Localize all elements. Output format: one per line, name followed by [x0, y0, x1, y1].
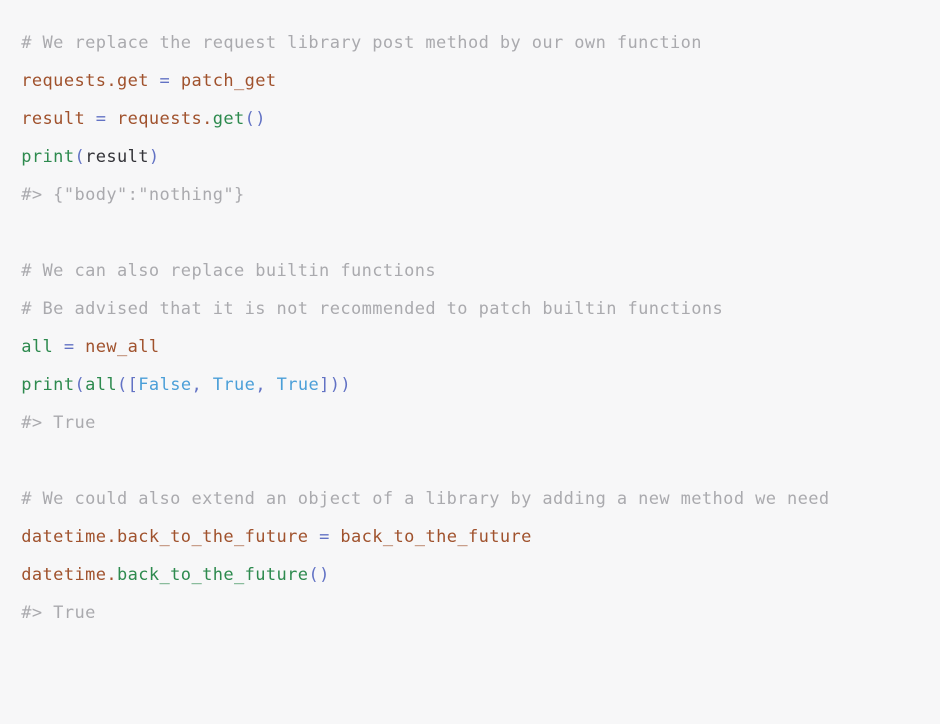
token-ws	[0, 489, 21, 509]
token-func: all	[21, 337, 54, 357]
code-line: result = requests.get()	[0, 100, 938, 138]
token-ws	[0, 185, 21, 205]
token-ws	[170, 71, 181, 91]
token-punc: (	[74, 375, 86, 395]
token-ws	[85, 109, 96, 129]
code-line: # Be advised that it is not recommended …	[0, 290, 938, 328]
token-func: all	[85, 375, 118, 395]
code-lines-container[interactable]: # We replace the request library post me…	[0, 17, 940, 632]
token-ws	[202, 375, 213, 395]
token-punc: (	[74, 147, 86, 167]
token-ws	[0, 565, 21, 585]
token-bool: False	[138, 375, 192, 395]
code-line: print(result)	[0, 138, 938, 176]
token-name: requests.	[117, 109, 213, 129]
code-line: requests.get = patch_get	[0, 62, 938, 100]
token-op: =	[159, 71, 171, 91]
token-func: back_to_the_future	[117, 565, 309, 585]
token-ws	[308, 527, 319, 547]
code-line: datetime.back_to_the_future()	[0, 556, 938, 594]
code-line: #> {"body":"nothing"}	[0, 176, 938, 214]
token-ws	[0, 147, 21, 167]
token-punc: ,	[191, 375, 203, 395]
token-name: back_to_the_future	[340, 527, 532, 547]
token-punc: ]))	[319, 375, 352, 395]
token-ws	[330, 527, 341, 547]
token-ws	[106, 109, 117, 129]
code-line: # We can also replace builtin functions	[0, 252, 938, 290]
code-line: datetime.back_to_the_future = back_to_th…	[0, 518, 938, 556]
token-ws	[149, 71, 160, 91]
token-name: patch_get	[180, 71, 277, 91]
token-comment: #> True	[21, 603, 96, 623]
token-punc: ([	[117, 375, 139, 395]
code-line: #> True	[0, 404, 938, 442]
token-func: print	[21, 375, 75, 395]
token-punc: ()	[308, 565, 330, 585]
token-comment: # Be advised that it is not recommended …	[21, 299, 724, 319]
token-ws	[74, 337, 85, 357]
token-name: datetime.	[21, 565, 117, 585]
token-punc: ()	[244, 109, 266, 129]
code-line: #> True	[0, 594, 938, 632]
token-name: requests.get	[21, 71, 149, 91]
token-bool: True	[276, 375, 320, 395]
code-line: print(all([False, True, True]))	[0, 366, 938, 404]
token-ws	[266, 375, 277, 395]
token-ws	[0, 299, 21, 319]
token-punc: )	[148, 147, 160, 167]
token-ws	[0, 413, 21, 433]
token-op: =	[319, 527, 330, 547]
token-ws	[0, 33, 21, 53]
token-plain: result	[85, 147, 149, 167]
token-name: new_all	[85, 337, 160, 357]
token-ws	[0, 261, 21, 281]
token-ws	[53, 337, 64, 357]
token-name: datetime.back_to_the_future	[21, 527, 309, 547]
code-line: all = new_all	[0, 328, 938, 366]
token-func: print	[21, 147, 75, 167]
token-comment: #> {"body":"nothing"}	[21, 185, 245, 205]
token-op: =	[95, 109, 107, 129]
token-name: result	[21, 109, 86, 129]
token-comment: #> True	[21, 413, 96, 433]
token-ws	[0, 71, 21, 91]
token-bool: True	[212, 375, 256, 395]
token-func: get	[212, 109, 245, 129]
code-line: # We replace the request library post me…	[0, 24, 938, 62]
token-punc: ,	[255, 375, 266, 395]
token-comment: # We could also extend an object of a li…	[21, 489, 830, 509]
token-ws	[0, 527, 21, 547]
token-ws	[0, 375, 21, 395]
token-comment: # We can also replace builtin functions	[21, 261, 437, 281]
token-comment: # We replace the request library post me…	[21, 33, 702, 53]
code-block: # We replace the request library post me…	[0, 0, 940, 724]
token-ws	[0, 603, 21, 623]
token-ws	[0, 337, 21, 357]
token-ws	[0, 109, 21, 129]
code-line: # We could also extend an object of a li…	[0, 480, 938, 518]
token-op: =	[63, 337, 75, 357]
